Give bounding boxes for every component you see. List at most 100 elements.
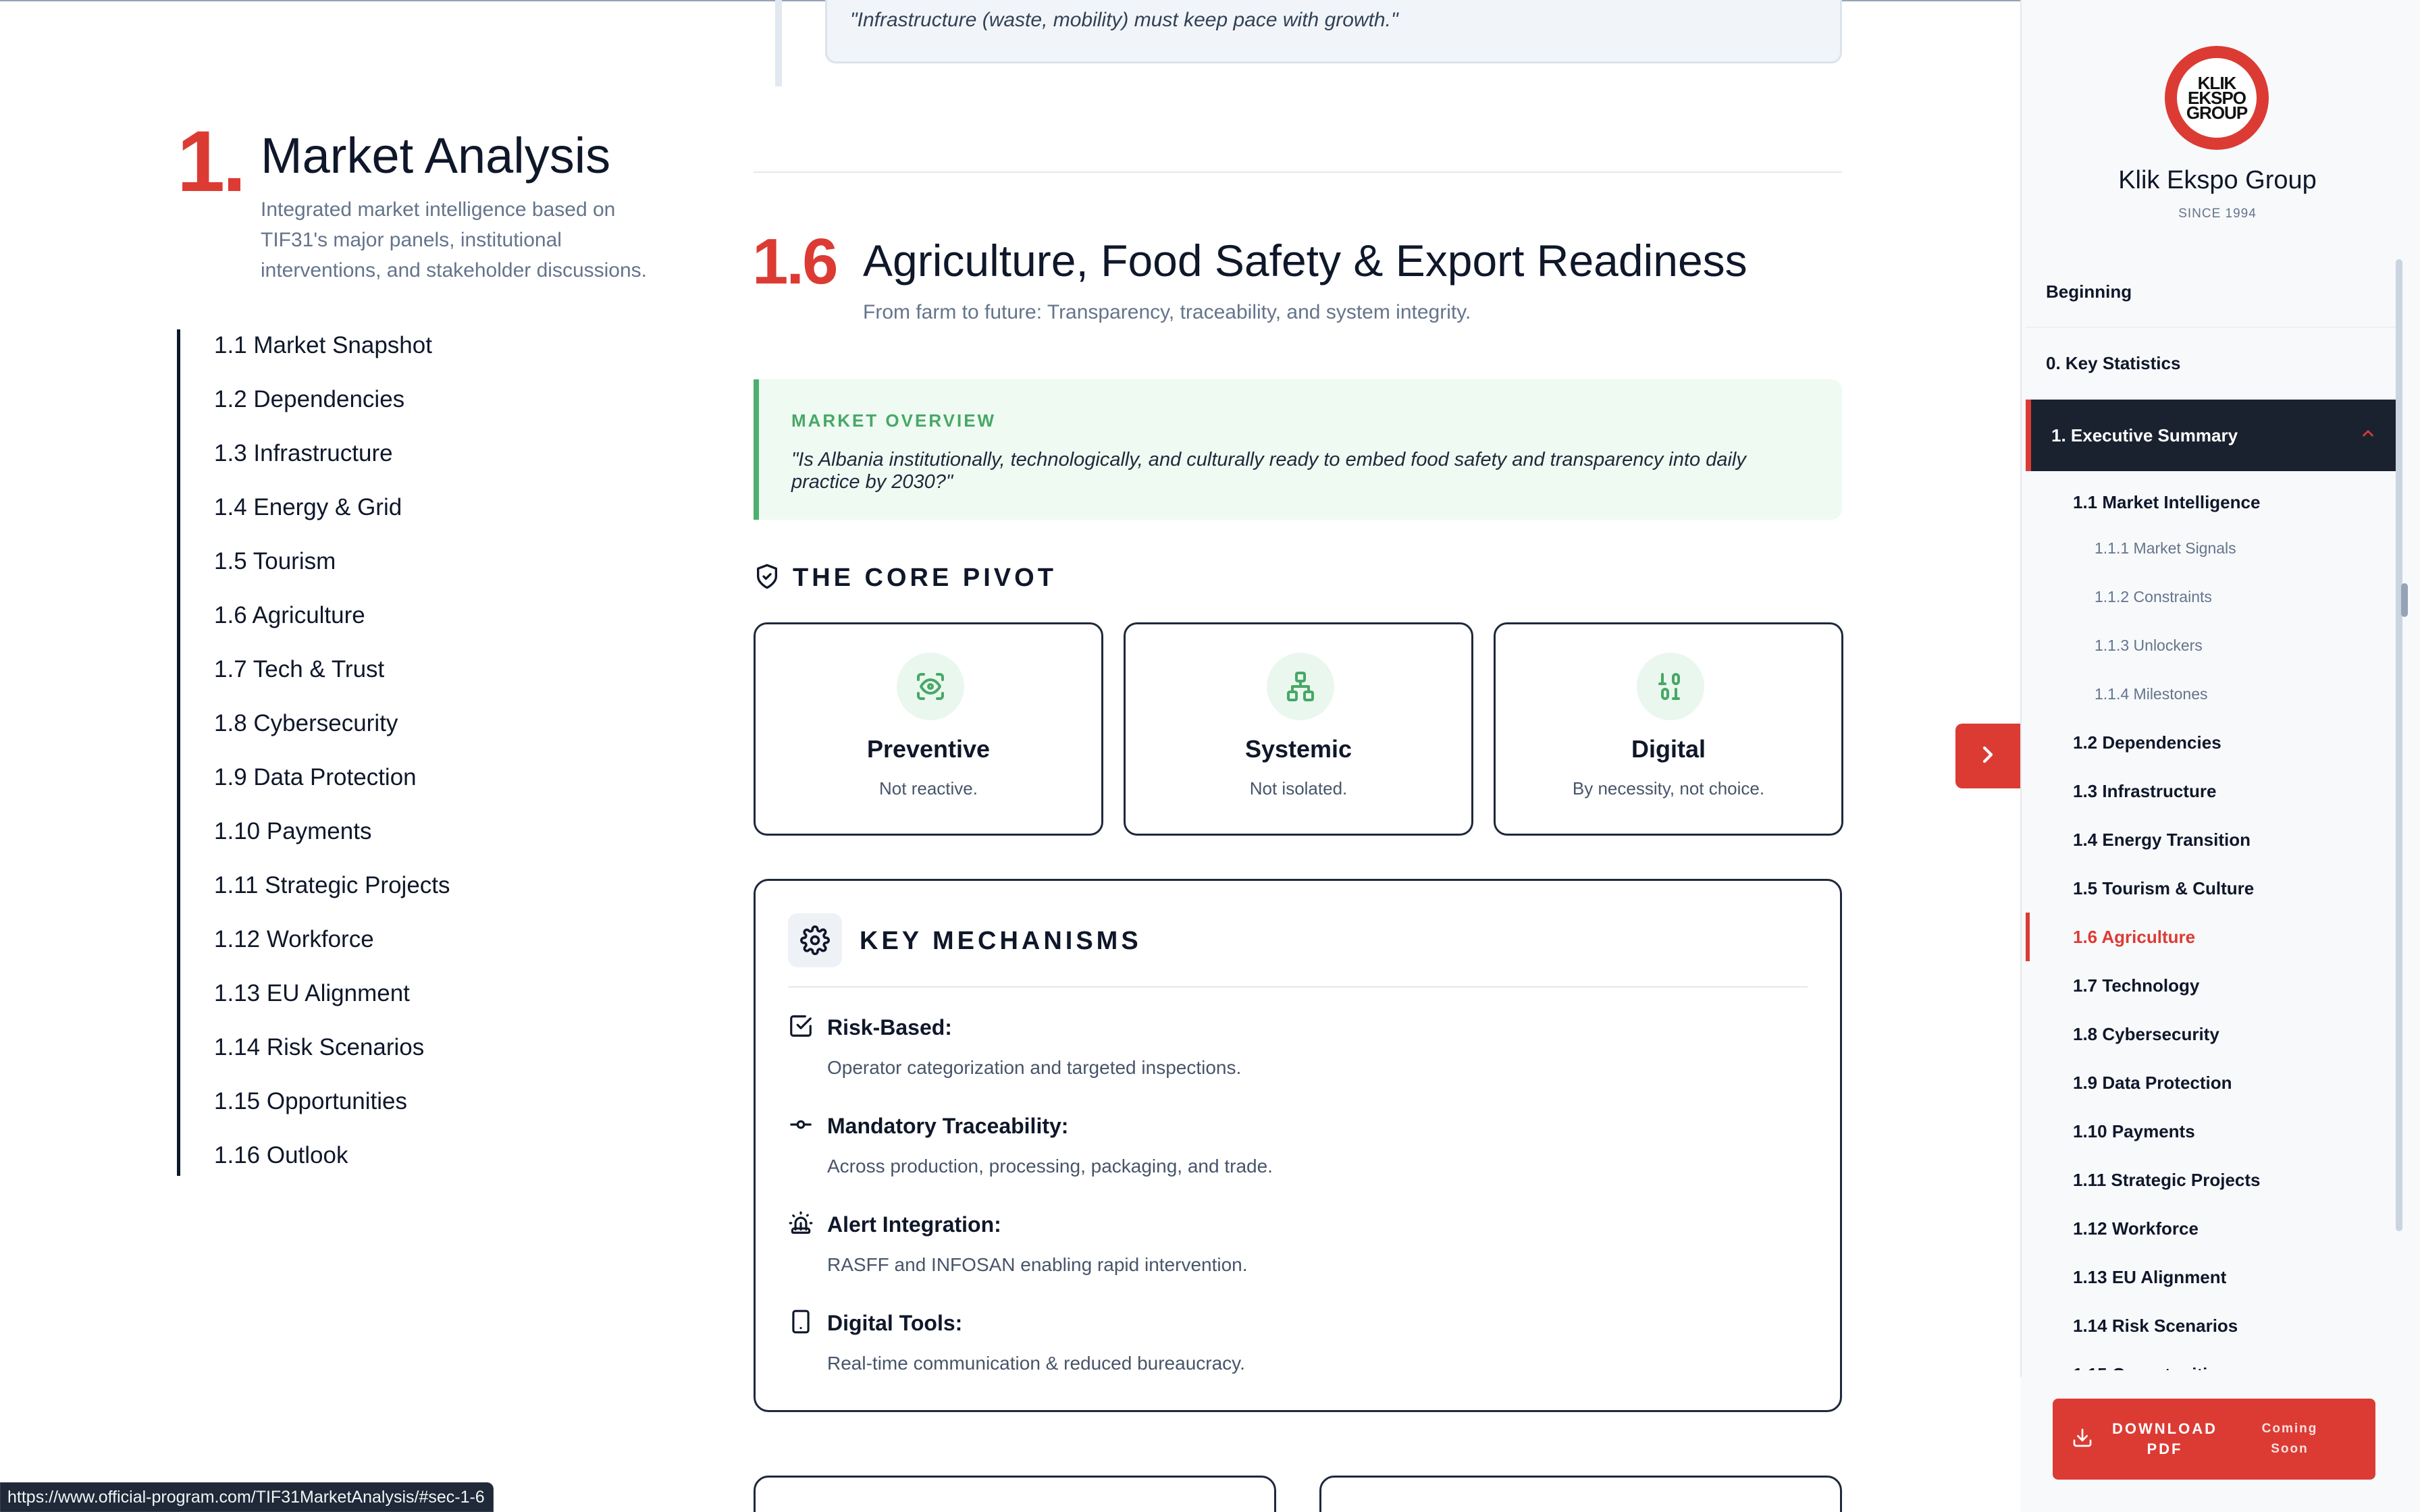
lower-card-right — [1319, 1476, 1842, 1512]
mechanism-item: Risk-Based: Operator categorization and … — [788, 1013, 1241, 1079]
toc-section-item[interactable]: 1.3 Infrastructure — [2026, 767, 2397, 815]
toc-nav: Beginning 0. Key Statistics 1. Executive… — [2026, 256, 2397, 1370]
pivot-card-digital: Digital By necessity, not choice. — [1494, 622, 1843, 836]
toc-section-item[interactable]: 1.10 Payments — [2026, 1107, 2397, 1156]
toc-section-item[interactable]: 1.12 Workforce — [2026, 1204, 2397, 1253]
binary-icon — [1637, 653, 1704, 720]
sidebar-scrollbar[interactable] — [2396, 259, 2402, 1231]
mechanism-desc: Real-time communication & reduced bureau… — [827, 1353, 1245, 1374]
core-pivot-label: THE CORE PIVOT — [793, 564, 1057, 592]
toc-subsection-item[interactable]: 1.1.4 Milestones — [2026, 670, 2397, 718]
chapter-nav-item[interactable]: 1.12 Workforce — [214, 923, 515, 977]
toc-section-item[interactable]: 1.4 Energy Transition — [2026, 815, 2397, 864]
key-mechanisms-card: KEY MECHANISMS Risk-Based: Operator cate… — [754, 879, 1842, 1412]
section-number: 1.6 — [752, 225, 838, 298]
sidebar-toggle-button[interactable] — [1955, 724, 2020, 788]
mechanism-item: Alert Integration: RASFF and INFOSAN ena… — [788, 1210, 1248, 1276]
mechanism-title: Mandatory Traceability: — [827, 1114, 1069, 1138]
chevron-up-icon — [2359, 425, 2377, 447]
mechanism-item: Digital Tools: Real-time communication &… — [788, 1309, 1245, 1374]
mechanism-title: Alert Integration: — [827, 1212, 1001, 1237]
pivot-card-subtitle: Not isolated. — [1249, 778, 1348, 799]
chapter-nav-item[interactable]: 1.2 Dependencies — [214, 383, 515, 437]
chapter-nav-item[interactable]: 1.7 Tech & Trust — [214, 653, 515, 707]
shield-check-icon — [754, 563, 781, 593]
link-status-bar: https://www.official-program.com/TIF31Ma… — [0, 1482, 494, 1512]
sidebar-footer: DOWNLOAD PDF Coming Soon — [2020, 1377, 2420, 1512]
download-icon — [2072, 1427, 2093, 1452]
market-overview-box: MARKET OVERVIEW "Is Albania institutiona… — [754, 379, 1842, 520]
chapter-nav-item[interactable]: 1.4 Energy & Grid — [214, 491, 515, 545]
download-label: DOWNLOAD PDF — [2112, 1420, 2217, 1457]
toc-subsection-item[interactable]: 1.1.2 Constraints — [2026, 572, 2397, 621]
gear-icon — [788, 913, 842, 967]
overview-label: MARKET OVERVIEW — [791, 410, 997, 431]
toc-section-item[interactable]: 1.1 Market Intelligence — [2026, 481, 2397, 524]
chapter-nav-item[interactable]: 1.16 Outlook — [214, 1139, 515, 1193]
chapter-nav-item[interactable]: 1.10 Payments — [214, 815, 515, 869]
tablet-icon — [788, 1309, 814, 1338]
chapter-nav-item[interactable]: 1.3 Infrastructure — [214, 437, 515, 491]
commit-icon — [788, 1112, 814, 1141]
mechanism-desc: Operator categorization and targeted ins… — [827, 1057, 1242, 1078]
chevron-right-icon — [1974, 741, 2001, 772]
toc-section-item[interactable]: 1.9 Data Protection — [2026, 1058, 2397, 1107]
brand-since: SINCE 1994 — [2178, 207, 2257, 221]
toc-section-item[interactable]: 1.5 Tourism & Culture — [2026, 864, 2397, 913]
mechanism-item: Mandatory Traceability: Across productio… — [788, 1112, 1273, 1177]
chapter-nav-item[interactable]: 1.5 Tourism — [214, 545, 515, 599]
toc-section-item[interactable]: 1.8 Cybersecurity — [2026, 1010, 2397, 1058]
coming-soon-badge: Coming Soon — [2261, 1422, 2318, 1456]
pivot-card-systemic: Systemic Not isolated. — [1124, 622, 1473, 836]
toc-item-key-statistics[interactable]: 0. Key Statistics — [2026, 328, 2397, 400]
toc-section-item[interactable]: 1.11 Strategic Projects — [2026, 1156, 2397, 1204]
mechanism-title: Digital Tools: — [827, 1311, 963, 1335]
toc-item-executive-summary[interactable]: 1. Executive Summary — [2026, 400, 2397, 471]
toc-section-item[interactable]: 1.2 Dependencies — [2026, 718, 2397, 767]
toc-section-item[interactable]: 1.15 Opportunities — [2026, 1350, 2397, 1371]
toc-active-label: 1. Executive Summary — [2051, 425, 2238, 446]
download-pdf-button[interactable]: DOWNLOAD PDF Coming Soon — [2053, 1399, 2375, 1480]
chapter-nav-item[interactable]: 1.1 Market Snapshot — [214, 329, 515, 383]
mechanism-desc: RASFF and INFOSAN enabling rapid interve… — [827, 1254, 1248, 1275]
chapter-number: 1. — [177, 113, 246, 210]
mechanism-desc: Across production, processing, packaging… — [827, 1156, 1273, 1177]
core-pivot-heading: THE CORE PIVOT — [754, 563, 1057, 593]
brand-logo: KLIK EKSPO GROUP — [2165, 46, 2269, 150]
table-of-contents-sidebar: KLIK EKSPO GROUP Klik Ekspo Group SINCE 19… — [2020, 0, 2420, 1512]
pivot-card-title: Digital — [1631, 735, 1706, 763]
pivot-card-title: Preventive — [866, 735, 991, 763]
section-subtitle: From farm to future: Transparency, trace… — [863, 301, 1471, 323]
siren-icon — [788, 1210, 814, 1239]
quote-rail — [775, 0, 782, 86]
chapter-nav-item[interactable]: 1.13 EU Alignment — [214, 977, 515, 1031]
key-mechanisms-title: KEY MECHANISMS — [860, 927, 1142, 955]
chapter-nav-item[interactable]: 1.6 Agriculture — [214, 599, 515, 653]
pivot-card-preventive: Preventive Not reactive. — [754, 622, 1103, 836]
chapter-nav-item[interactable]: 1.8 Cybersecurity — [214, 707, 515, 761]
section-title: Agriculture, Food Safety & Export Readin… — [863, 236, 1747, 286]
pivot-card-subtitle: By necessity, not choice. — [1572, 778, 1765, 799]
toc-subsection-item[interactable]: 1.1.3 Unlockers — [2026, 621, 2397, 670]
overview-quote: "Is Albania institutionally, technologic… — [791, 449, 1746, 493]
chapter-nav-item[interactable]: 1.11 Strategic Projects — [214, 869, 515, 923]
sidebar-scroll-thumb[interactable] — [2401, 583, 2408, 617]
toc-item-beginning[interactable]: Beginning — [2026, 256, 2397, 328]
toc-section-item[interactable]: 1.7 Technology — [2026, 961, 2397, 1010]
toc-subsection-item[interactable]: 1.1.1 Market Signals — [2026, 524, 2397, 572]
lower-card-left — [754, 1476, 1276, 1512]
chapter-nav-item[interactable]: 1.14 Risk Scenarios — [214, 1031, 515, 1085]
checkbox-icon — [788, 1013, 814, 1042]
section-divider — [754, 171, 1842, 173]
top-quote: "Infrastructure (waste, mobility) must k… — [825, 0, 1842, 63]
chapter-nav-item[interactable]: 1.15 Opportunities — [214, 1085, 515, 1139]
toc-section-item[interactable]: 1.13 EU Alignment — [2026, 1253, 2397, 1301]
toc-section-item[interactable]: 1.6 Agriculture — [2026, 913, 2397, 961]
key-mechanisms-header: KEY MECHANISMS — [788, 913, 1808, 988]
chapter-nav-item[interactable]: 1.9 Data Protection — [214, 761, 515, 815]
logo-mark: KLIK EKSPO GROUP — [2186, 73, 2248, 123]
toc-section-item[interactable]: 1.14 Risk Scenarios — [2026, 1301, 2397, 1350]
chapter-subtitle: Integrated market intelligence based on … — [261, 198, 647, 281]
eye-scan-icon — [897, 653, 964, 720]
chapter-nav: 1.1 Market Snapshot 1.2 Dependencies 1.3 I… — [177, 329, 515, 1176]
